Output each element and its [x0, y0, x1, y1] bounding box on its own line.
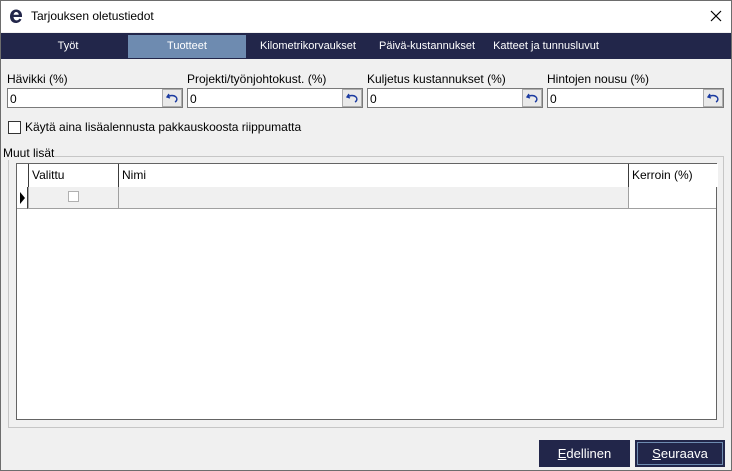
dialog-window: Tarjouksen oletustiedot Työt Tuotteet Ki… — [0, 0, 732, 471]
previous-button-label: dellinen — [566, 446, 612, 461]
grid-header: Valittu Nimi Kerroin (%) — [17, 164, 718, 187]
grid-empty-area — [17, 209, 716, 419]
hintojen-nousu-input[interactable] — [547, 88, 724, 108]
window-title: Tarjouksen oletustiedot — [31, 9, 154, 23]
undo-icon — [166, 93, 178, 103]
title-bar: Tarjouksen oletustiedot — [1, 1, 731, 32]
header-corner — [17, 164, 29, 187]
next-button[interactable]: Seuraava — [635, 440, 725, 467]
muut-lisat-title: Muut lisät — [2, 146, 56, 160]
tab-katteet-ja-tunnusluvut[interactable]: Katteet ja tunnusluvut — [487, 35, 605, 58]
lisaalennus-checkbox[interactable] — [8, 121, 21, 134]
column-header-valittu[interactable]: Valittu — [29, 164, 119, 187]
undo-icon — [526, 93, 538, 103]
table-row[interactable] — [17, 187, 716, 209]
row-valittu-cell[interactable] — [29, 187, 119, 209]
havikki-reset-button[interactable] — [162, 89, 182, 107]
hintojen-nousu-reset-button[interactable] — [703, 89, 723, 107]
previous-button[interactable]: Edellinen — [539, 440, 630, 467]
tab-tyot[interactable]: Työt — [9, 35, 127, 58]
next-button-label: euraava — [660, 446, 708, 461]
muut-lisat-grid: Valittu Nimi Kerroin (%) — [16, 163, 718, 420]
close-button[interactable] — [701, 1, 731, 31]
projekti-input[interactable] — [187, 88, 363, 108]
row-pointer-icon — [20, 192, 25, 204]
close-icon — [710, 10, 722, 22]
row-nimi-cell[interactable] — [119, 187, 629, 209]
projekti-label: Projekti/työnjohtokust. (%) — [187, 72, 327, 86]
row-valittu-checkbox[interactable] — [68, 191, 79, 202]
undo-icon — [346, 93, 358, 103]
next-button-mnemonic: S — [652, 446, 661, 461]
kuljetus-input[interactable] — [367, 88, 543, 108]
row-indicator — [17, 187, 28, 209]
tab-tuotteet[interactable]: Tuotteet — [128, 35, 246, 58]
row-kerroin-cell[interactable] — [629, 187, 716, 209]
havikki-input[interactable] — [7, 88, 183, 108]
app-logo-icon — [10, 9, 22, 23]
tab-paiva-kustannukset[interactable]: Päivä-kustannukset — [368, 35, 486, 58]
kuljetus-reset-button[interactable] — [522, 89, 542, 107]
column-header-nimi[interactable]: Nimi — [119, 164, 629, 187]
column-header-kerroin[interactable]: Kerroin (%) — [629, 164, 718, 187]
lisaalennus-label[interactable]: Käytä aina lisäalennusta pakkauskoosta r… — [25, 120, 301, 134]
undo-icon — [707, 93, 719, 103]
havikki-label: Hävikki (%) — [7, 72, 68, 86]
tab-bar: Työt Tuotteet Kilometrikorvaukset Päivä-… — [1, 33, 731, 59]
projekti-reset-button[interactable] — [342, 89, 362, 107]
tab-kilometrikorvaukset[interactable]: Kilometrikorvaukset — [249, 35, 367, 58]
kuljetus-label: Kuljetus kustannukset (%) — [367, 72, 506, 86]
hintojen-nousu-label: Hintojen nousu (%) — [547, 72, 650, 86]
